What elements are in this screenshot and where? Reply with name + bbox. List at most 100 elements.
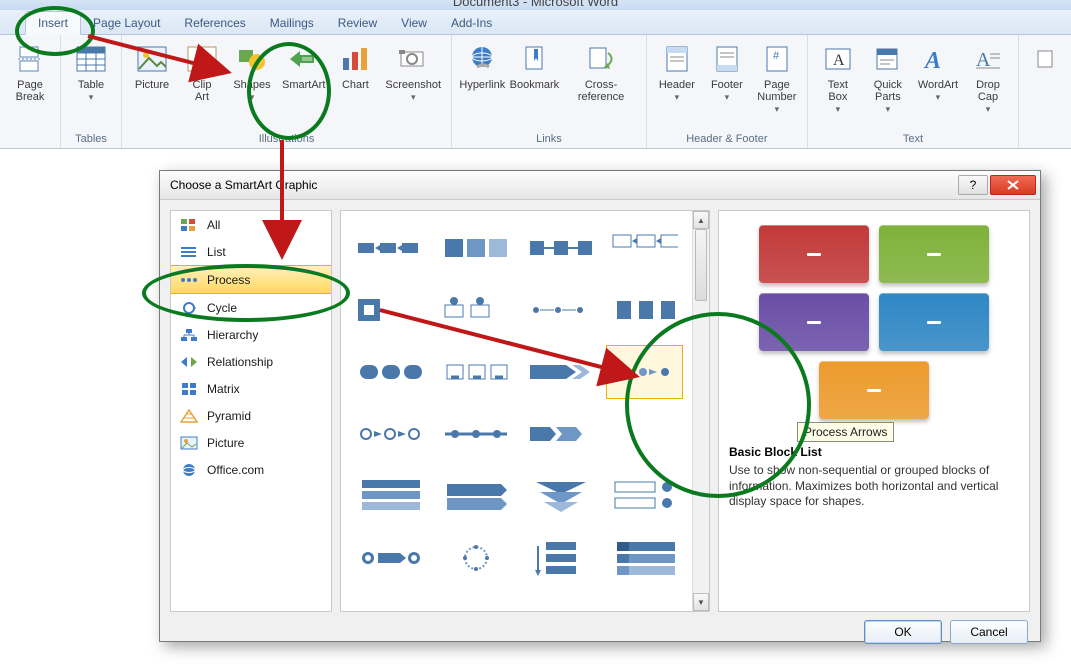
group-label-links: Links [458,131,640,148]
tab-addins[interactable]: Add-Ins [439,12,504,34]
tab-insert[interactable]: Insert [25,11,81,35]
category-item-picture[interactable]: Picture [171,429,331,456]
help-button[interactable]: ? [958,175,988,195]
footer-button[interactable]: Footer▾ [703,39,751,107]
cancel-button[interactable]: Cancel [950,620,1028,644]
tab-review[interactable]: Review [326,12,389,34]
drop-cap-button[interactable]: A Drop Cap▾ [964,39,1012,119]
tab-mailings[interactable]: Mailings [258,12,326,34]
svg-text:A: A [923,48,941,72]
svg-text:A: A [833,52,845,69]
more-icon[interactable] [1025,39,1065,83]
hyperlink-button[interactable]: Hyperlink [458,39,506,95]
cross-reference-icon [585,43,617,75]
chevron-down-icon: ▾ [411,92,416,102]
preview-block [759,225,869,283]
screenshot-button[interactable]: Screenshot▾ [381,39,445,107]
smartart-thumb[interactable] [521,531,598,585]
hyperlink-icon [466,43,498,75]
category-item-cycle[interactable]: Cycle [171,294,331,321]
smartart-thumb[interactable] [351,407,428,461]
smartart-thumb[interactable] [521,469,598,523]
preview-block [879,293,989,351]
smartart-thumb[interactable] [436,345,513,399]
close-button[interactable] [990,175,1036,195]
preview-block [879,225,989,283]
header-button[interactable]: Header▾ [653,39,701,107]
smartart-thumb[interactable] [606,283,683,337]
smartart-thumb[interactable] [521,407,598,461]
svg-text:#: # [773,50,780,62]
smartart-thumb[interactable] [521,283,598,337]
smartart-gallery[interactable]: ▲ ▼ [340,210,710,612]
header-icon [661,43,693,75]
chart-button[interactable]: Chart [331,39,379,95]
smartart-thumb[interactable] [436,407,513,461]
page-break-button[interactable]: Page Break [6,39,54,107]
page-number-button[interactable]: # Page Number▾ [753,39,801,119]
preview-graphic [729,225,1019,435]
category-item-process[interactable]: Process [171,265,331,294]
category-item-list[interactable]: List [171,238,331,265]
scroll-down-button[interactable]: ▼ [693,593,709,611]
ribbon: Page Break Table▾ Tables Picture [0,35,1071,149]
footer-icon [711,43,743,75]
ok-button[interactable]: OK [864,620,942,644]
smartart-button[interactable]: SmartArt [278,39,329,95]
chart-icon [339,43,371,75]
scroll-thumb[interactable] [695,229,707,301]
group-label-tables: Tables [67,131,115,148]
category-item-hierarchy[interactable]: Hierarchy [171,321,331,348]
preview-description: Use to show non-sequential or grouped bl… [729,463,1019,510]
text-box-icon: A [822,43,854,75]
table-icon [75,43,107,75]
smartart-thumb[interactable] [351,283,428,337]
shapes-button[interactable]: Shapes▾ [228,39,276,107]
group-label-text: Text [814,131,1012,148]
cross-reference-button[interactable]: Cross-reference [562,39,640,107]
wordart-button[interactable]: A WordArt▾ [914,39,962,107]
smartart-thumb[interactable] [351,221,428,275]
smartart-thumb[interactable] [436,283,513,337]
quick-parts-button[interactable]: Quick Parts▾ [864,39,912,119]
category-item-matrix[interactable]: Matrix [171,375,331,402]
smartart-thumb[interactable] [521,345,598,399]
preview-block [759,293,869,351]
hierarchy-icon [179,327,199,343]
smartart-thumb[interactable] [436,221,513,275]
smartart-thumb[interactable] [606,531,683,585]
category-item-pyramid[interactable]: Pyramid [171,402,331,429]
smartart-thumb[interactable] [351,469,428,523]
bookmark-icon [518,43,550,75]
smartart-thumb[interactable] [606,407,683,461]
process-icon [179,272,199,288]
ribbon-tabs: Insert Page Layout References Mailings R… [0,10,1071,35]
text-box-button[interactable]: A Text Box▾ [814,39,862,119]
smartart-thumb[interactable] [351,345,428,399]
smartart-thumb[interactable] [606,469,683,523]
smartart-dialog: Choose a SmartArt Graphic ? AllListProce… [159,170,1041,642]
relationship-icon [179,354,199,370]
picture-button[interactable]: Picture [128,39,176,95]
category-item-officecom[interactable]: Office.com [171,456,331,483]
shapes-icon [236,43,268,75]
dialog-title: Choose a SmartArt Graphic [170,178,317,192]
table-button[interactable]: Table▾ [67,39,115,107]
smartart-thumb[interactable] [436,531,513,585]
bookmark-button[interactable]: Bookmark [509,39,561,95]
category-list[interactable]: AllListProcessCycleHierarchyRelationship… [170,210,332,612]
category-item-all[interactable]: All [171,211,331,238]
smartart-thumb[interactable] [606,221,683,275]
smartart-thumb[interactable] [436,469,513,523]
tab-view[interactable]: View [389,12,439,34]
clip-art-button[interactable]: Clip Art [178,39,226,107]
smartart-icon [288,43,320,75]
smartart-thumb[interactable] [351,531,428,585]
scrollbar[interactable]: ▲ ▼ [692,211,709,611]
tab-page-layout[interactable]: Page Layout [81,12,172,34]
smartart-thumb[interactable] [521,221,598,275]
scroll-up-button[interactable]: ▲ [693,211,709,229]
category-item-relationship[interactable]: Relationship [171,348,331,375]
smartart-thumb[interactable] [606,345,683,399]
tab-references[interactable]: References [172,12,257,34]
